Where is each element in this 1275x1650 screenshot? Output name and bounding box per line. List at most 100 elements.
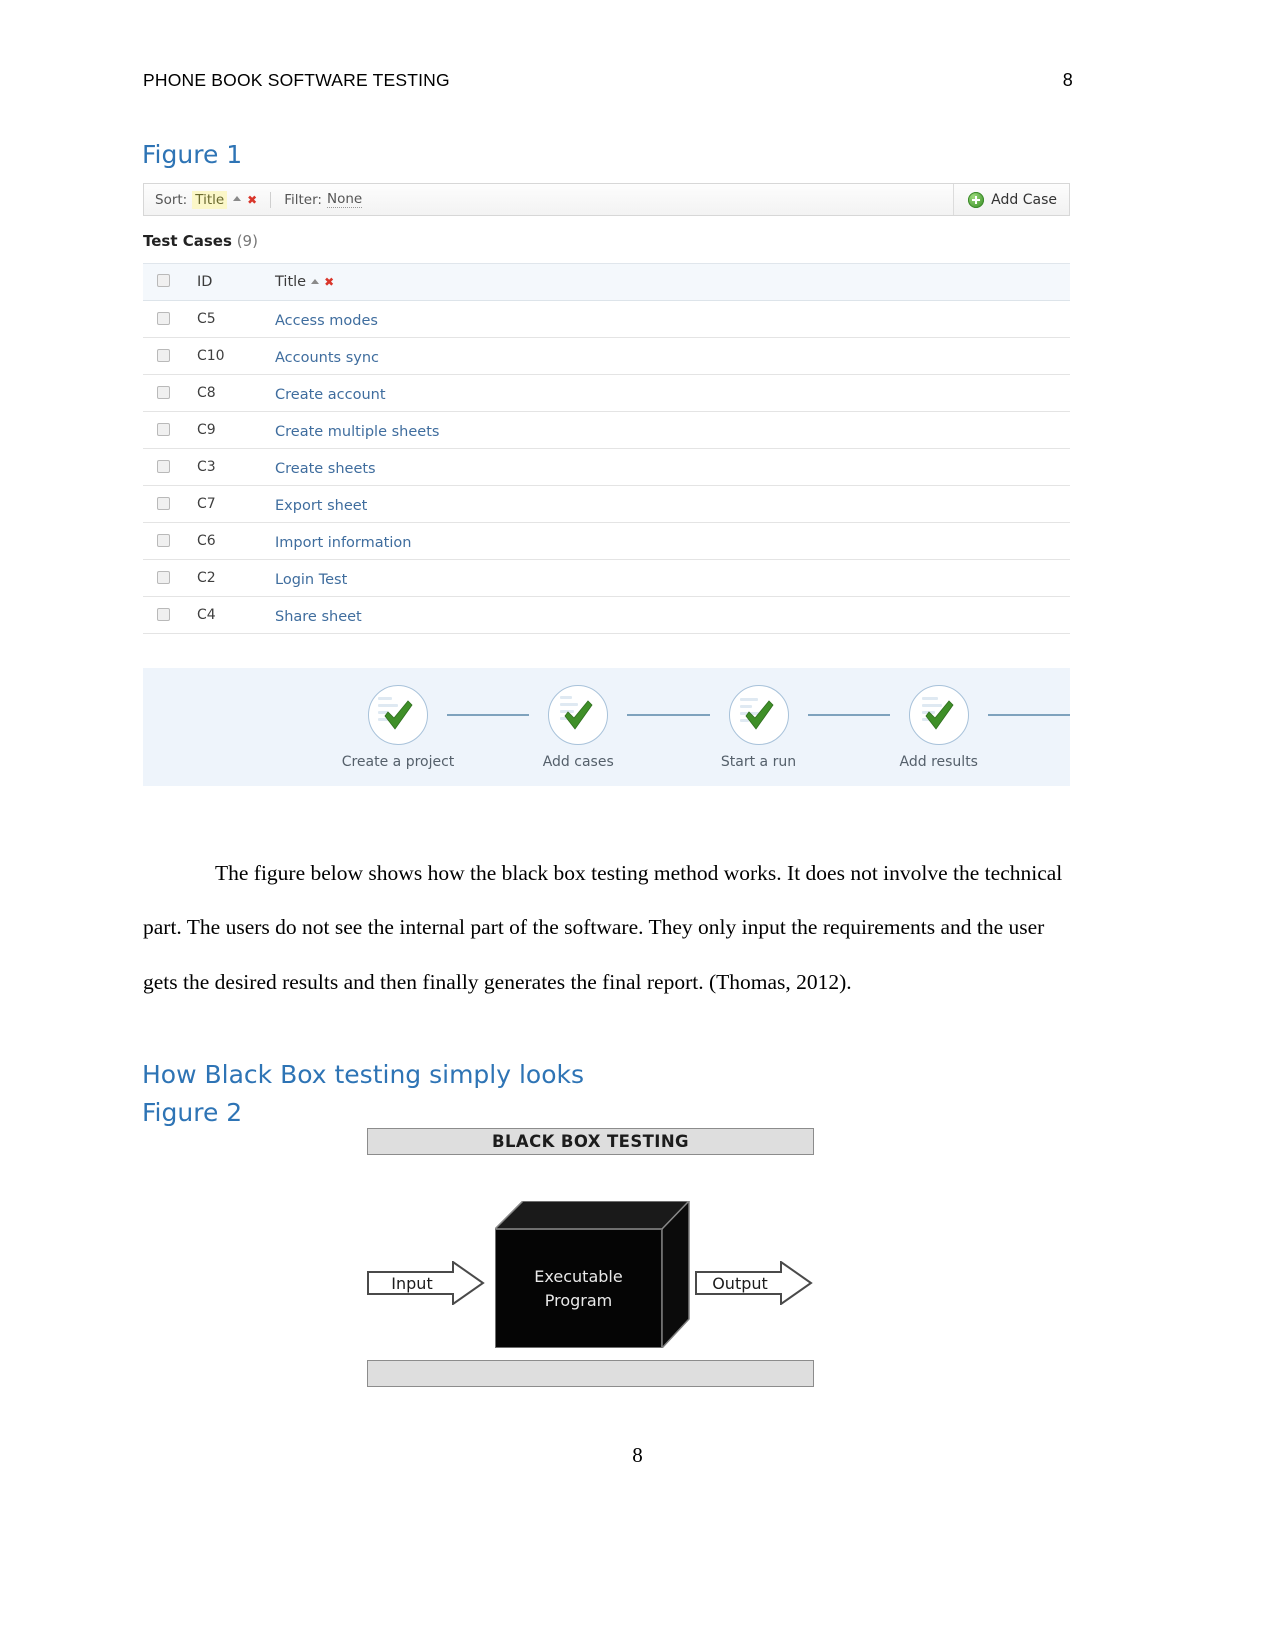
test-case-link[interactable]: Export sheet — [275, 498, 367, 514]
filter-label: Filter: — [284, 191, 322, 208]
column-header-id[interactable]: ID — [197, 263, 275, 301]
test-case-link[interactable]: Share sheet — [275, 609, 362, 625]
figure-bottom-bar — [367, 1360, 814, 1387]
input-arrow: Input — [367, 1261, 485, 1305]
cell-id: C8 — [197, 374, 275, 412]
row-checkbox-cell[interactable] — [143, 411, 197, 449]
cell-title: Share sheet — [275, 596, 1070, 634]
footer-page-number: 8 — [632, 1443, 643, 1467]
test-case-link[interactable]: Access modes — [275, 313, 378, 329]
workflow-step-bubble — [908, 684, 969, 745]
caret-up-icon[interactable] — [233, 196, 242, 201]
workflow-step-label: Create a project — [341, 753, 455, 770]
sort-value[interactable]: Title — [192, 190, 228, 209]
test-case-link[interactable]: Login Test — [275, 572, 347, 588]
checkbox-icon[interactable] — [157, 385, 170, 399]
checkbox-icon[interactable] — [157, 607, 170, 621]
cell-id: C2 — [197, 559, 275, 597]
output-label: Output — [712, 1273, 768, 1293]
workflow-step[interactable]: Add results — [890, 684, 988, 770]
select-all-header[interactable] — [143, 263, 197, 301]
filter-value[interactable]: None — [326, 191, 363, 208]
body-paragraph: The figure below shows how the black box… — [143, 860, 1063, 994]
table-row[interactable]: C3 Create sheets — [143, 448, 1070, 486]
test-case-link[interactable]: Create sheets — [275, 461, 376, 477]
table-body: C5 Access modes C10 Accounts sync C8 Create a… — [143, 300, 1070, 634]
cell-id: C7 — [197, 485, 275, 523]
table-row[interactable]: C9 Create multiple sheets — [143, 411, 1070, 449]
cell-id: C5 — [197, 300, 275, 338]
test-case-link[interactable]: Accounts sync — [275, 350, 379, 366]
checkbox-icon[interactable] — [157, 273, 170, 287]
workflow-step-bubble — [548, 684, 609, 745]
table-row[interactable]: C4 Share sheet — [143, 596, 1070, 634]
workflow-connector — [627, 713, 710, 716]
section-heading: How Black Box testing simply looks — [142, 1060, 585, 1089]
cell-id: C9 — [197, 411, 275, 449]
workflow-steps: Create a project Add cases Start a run Add … — [143, 684, 1070, 770]
add-case-button[interactable]: Add Case — [953, 184, 1069, 215]
red-x-icon[interactable]: ✖ — [324, 275, 334, 289]
workflow-step[interactable]: Add cases — [529, 684, 627, 770]
row-checkbox-cell[interactable] — [143, 559, 197, 597]
testcases-toolbar: Sort: Title ✖ Filter: None Add Case — [143, 183, 1070, 216]
cell-title: Create multiple sheets — [275, 411, 1070, 449]
workflow-step-label: Start a run — [720, 753, 797, 770]
checkbox-icon[interactable] — [157, 311, 170, 325]
table-row[interactable]: C8 Create account — [143, 374, 1070, 412]
checkbox-icon[interactable] — [157, 459, 170, 473]
checkbox-icon[interactable] — [157, 422, 170, 436]
output-arrow: Output — [695, 1261, 813, 1305]
black-box-testing-figure: BLACK BOX TESTING Input Executable Progra… — [367, 1128, 814, 1387]
workflow-step-label: Add results — [899, 753, 978, 770]
workflow-step-label: Add cases — [542, 753, 614, 770]
row-checkbox-cell[interactable] — [143, 522, 197, 560]
table-header: ID Title ✖ — [143, 263, 1070, 301]
test-cases-title: Test Cases — [143, 232, 232, 250]
cell-id: C4 — [197, 596, 275, 634]
green-check-icon — [925, 699, 954, 730]
checkbox-icon[interactable] — [157, 348, 170, 362]
cube-label-line2: Program — [544, 1290, 613, 1310]
cube-front-face: Executable Program — [495, 1229, 662, 1348]
table-row[interactable]: C7 Export sheet — [143, 485, 1070, 523]
test-case-link[interactable]: Import information — [275, 535, 411, 551]
executable-program-cube: Executable Program — [495, 1201, 690, 1348]
workflow-step[interactable]: Create a project — [342, 684, 454, 770]
row-checkbox-cell[interactable] — [143, 337, 197, 375]
test-case-link[interactable]: Create multiple sheets — [275, 424, 439, 440]
workflow-step[interactable]: Start a run — [710, 684, 808, 770]
column-header-title-label: Title — [275, 274, 307, 290]
row-checkbox-cell[interactable] — [143, 448, 197, 486]
checkbox-icon[interactable] — [157, 496, 170, 510]
table-row[interactable]: C2 Login Test — [143, 559, 1070, 597]
checkbox-icon[interactable] — [157, 533, 170, 547]
table-header-row: ID Title ✖ — [143, 263, 1070, 301]
cell-title: Import information — [275, 522, 1070, 560]
figure-stage: Input Executable Program Output — [367, 1173, 814, 1348]
cell-title: Accounts sync — [275, 337, 1070, 375]
cell-title: Create sheets — [275, 448, 1070, 486]
row-checkbox-cell[interactable] — [143, 300, 197, 338]
table-row[interactable]: C5 Access modes — [143, 300, 1070, 338]
test-cases-count: (9) — [236, 232, 258, 250]
table-row[interactable]: C10 Accounts sync — [143, 337, 1070, 375]
cell-id: C6 — [197, 522, 275, 560]
row-checkbox-cell[interactable] — [143, 596, 197, 634]
row-checkbox-cell[interactable] — [143, 374, 197, 412]
checkbox-icon[interactable] — [157, 570, 170, 584]
cube-label-line1: Executable — [534, 1266, 623, 1286]
test-case-link[interactable]: Create account — [275, 387, 386, 403]
row-checkbox-cell[interactable] — [143, 485, 197, 523]
toolbar-divider — [270, 191, 272, 208]
column-header-title[interactable]: Title ✖ — [275, 263, 1070, 301]
sort-label: Sort: — [155, 191, 188, 208]
caret-up-icon[interactable] — [311, 278, 320, 284]
cube-label: Executable Program — [534, 1265, 622, 1313]
cell-title: Access modes — [275, 300, 1070, 338]
cell-id: C10 — [197, 337, 275, 375]
input-label: Input — [391, 1273, 433, 1293]
red-x-icon[interactable]: ✖ — [247, 193, 257, 207]
workflow-step-bubble — [728, 684, 789, 745]
table-row[interactable]: C6 Import information — [143, 522, 1070, 560]
